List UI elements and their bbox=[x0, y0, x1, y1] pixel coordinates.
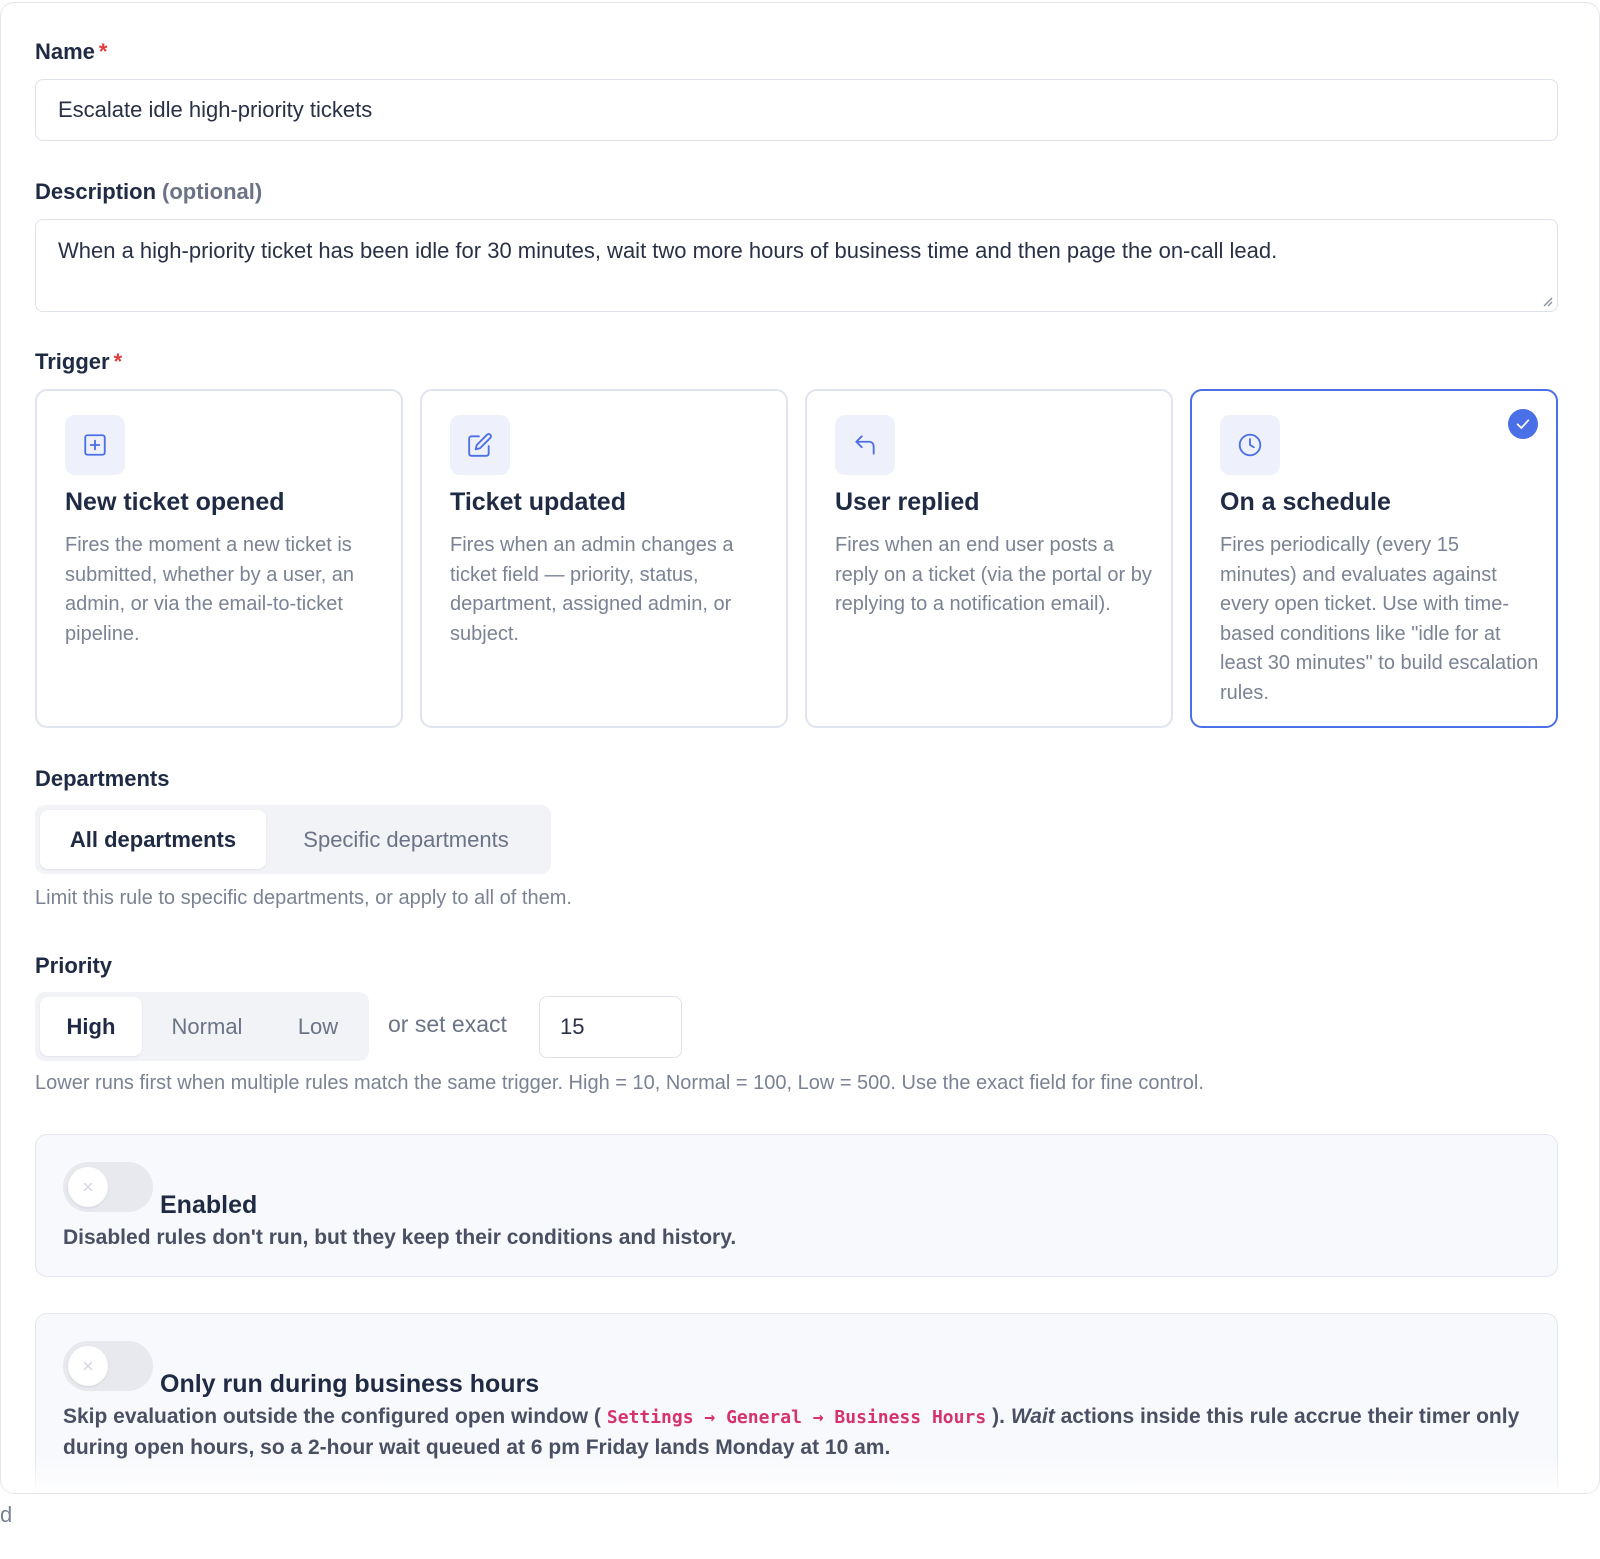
description-value: When a high-priority ticket has been idl… bbox=[58, 238, 1278, 263]
priority-exact-input[interactable]: 15 bbox=[539, 996, 682, 1058]
departments-hint: Limit this rule to specific departments,… bbox=[35, 887, 572, 909]
trigger-description: Fires when an end user posts a reply on … bbox=[835, 534, 1152, 615]
clock-icon bbox=[1220, 415, 1280, 475]
business-hours-toggle[interactable] bbox=[63, 1341, 153, 1391]
trigger-label: Trigger * bbox=[35, 349, 123, 374]
reply-icon bbox=[835, 415, 895, 475]
required-mark: * bbox=[113, 349, 123, 374]
name-input[interactable]: Escalate idle high-priority tickets bbox=[35, 79, 1558, 141]
departments-option-all[interactable]: All departments bbox=[40, 810, 266, 869]
priority-exact-label: or set exact bbox=[388, 1011, 507, 1037]
business-hours-description: Skip evaluation outside the configured o… bbox=[63, 1405, 1520, 1459]
automation-rule-form: Name * Escalate idle high-priority ticket… bbox=[0, 2, 1600, 1494]
departments-option-specific[interactable]: Specific departments bbox=[266, 810, 546, 869]
trigger-title: Ticket updated bbox=[450, 488, 626, 516]
trigger-description: Fires when an admin changes a ticket fie… bbox=[450, 534, 734, 645]
checkmark-icon bbox=[1508, 409, 1538, 439]
x-icon bbox=[83, 1182, 93, 1192]
name-input-value: Escalate idle high-priority tickets bbox=[58, 97, 373, 122]
departments-segmented-control: All departments Specific departments bbox=[35, 805, 551, 874]
resize-handle-icon[interactable] bbox=[1541, 295, 1553, 307]
priority-segmented-control: High Normal Low bbox=[35, 992, 369, 1061]
footer-fragment: d bbox=[0, 1502, 13, 1527]
optional-hint: (optional) bbox=[162, 179, 263, 204]
plus-square-icon bbox=[65, 415, 125, 475]
settings-path-code: Settings → General → Business Hours bbox=[606, 1407, 987, 1428]
description-textarea[interactable]: When a high-priority ticket has been idl… bbox=[35, 219, 1558, 312]
trigger-card-user-replied[interactable]: User replied Fires when an end user post… bbox=[805, 389, 1173, 728]
wait-emphasis: Wait bbox=[1010, 1405, 1055, 1428]
enabled-description: Disabled rules don't run, but they keep … bbox=[63, 1226, 737, 1249]
description-label: Description (optional) bbox=[35, 179, 263, 204]
trigger-description: Fires periodically (every 15 minutes) an… bbox=[1220, 534, 1539, 704]
edit-icon bbox=[450, 415, 510, 475]
name-label: Name * bbox=[35, 39, 108, 64]
priority-exact-value: 15 bbox=[560, 1014, 585, 1039]
trigger-title: New ticket opened bbox=[65, 488, 285, 516]
trigger-title: User replied bbox=[835, 488, 980, 516]
priority-hint: Lower runs first when multiple rules mat… bbox=[35, 1072, 1204, 1094]
priority-label: Priority bbox=[35, 953, 113, 978]
enabled-setting-card: Enabled Disabled rules don't run, but th… bbox=[35, 1134, 1558, 1277]
trigger-card-on-schedule[interactable]: On a schedule Fires periodically (every … bbox=[1190, 389, 1558, 728]
enabled-toggle[interactable] bbox=[63, 1162, 153, 1212]
trigger-card-new-ticket[interactable]: New ticket opened Fires the moment a new… bbox=[35, 389, 403, 728]
trigger-title: On a schedule bbox=[1220, 488, 1391, 516]
priority-option-low[interactable]: Low bbox=[272, 997, 364, 1056]
enabled-title: Enabled bbox=[160, 1191, 258, 1219]
trigger-card-ticket-updated[interactable]: Ticket updated Fires when an admin chang… bbox=[420, 389, 788, 728]
required-mark: * bbox=[98, 39, 108, 64]
toggle-knob bbox=[68, 1346, 108, 1386]
departments-label: Departments bbox=[35, 766, 170, 791]
scroll-fade bbox=[1, 1457, 1599, 1493]
x-icon bbox=[83, 1361, 93, 1371]
priority-option-high[interactable]: High bbox=[40, 997, 142, 1056]
business-hours-title: Only run during business hours bbox=[160, 1370, 540, 1398]
priority-option-normal[interactable]: Normal bbox=[142, 997, 272, 1056]
toggle-knob bbox=[68, 1167, 108, 1207]
trigger-description: Fires the moment a new ticket is submitt… bbox=[65, 534, 355, 645]
